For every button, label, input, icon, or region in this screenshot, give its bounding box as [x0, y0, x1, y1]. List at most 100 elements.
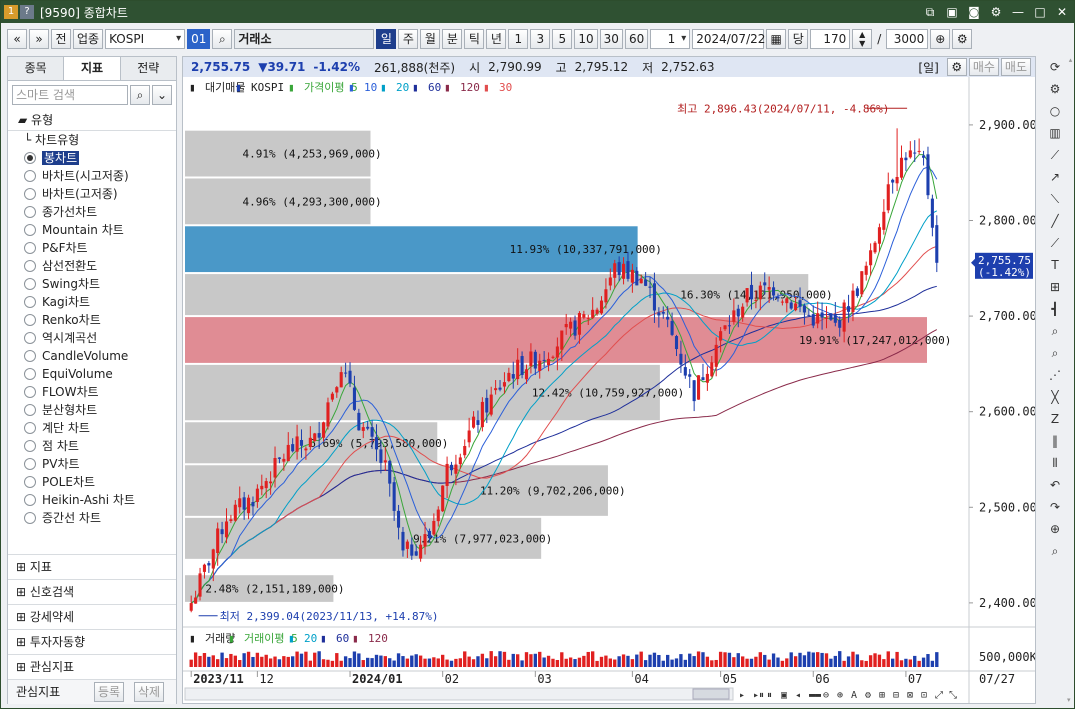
- chart-type-item[interactable]: 봉차트: [18, 149, 176, 167]
- smart-search-input[interactable]: 스마트 검색: [12, 85, 128, 105]
- chart-type-item[interactable]: 증간선 차트: [18, 509, 176, 527]
- magnify-icon[interactable]: ⌕: [1045, 344, 1065, 363]
- circle-icon[interactable]: ○: [1045, 102, 1065, 121]
- radio-icon[interactable]: [24, 260, 36, 272]
- zoom-icon[interactable]: ⊕: [930, 29, 951, 49]
- gear-icon[interactable]: ⚙: [1045, 80, 1065, 99]
- chart-area[interactable]: 2,755.75 ▼39.71 -1.42% 261,888(천주) 시 2,7…: [182, 56, 1036, 704]
- expand-icon[interactable]: ⊞: [16, 635, 30, 649]
- radio-icon[interactable]: [24, 206, 36, 218]
- total-count-input[interactable]: 3000: [886, 29, 929, 49]
- interval-5-button[interactable]: 5: [552, 29, 573, 49]
- zoom-tool-icon[interactable]: ⌕: [1045, 322, 1065, 341]
- symbol-code-badge[interactable]: 01: [187, 29, 211, 49]
- search-icon[interactable]: ⌕: [212, 29, 233, 49]
- count-stepper[interactable]: ▲ ▼: [852, 29, 873, 49]
- redo-icon[interactable]: ↷: [1045, 498, 1065, 517]
- period-day-button[interactable]: 일: [376, 29, 397, 49]
- period-tick-button[interactable]: 틱: [464, 29, 485, 49]
- pin-icon[interactable]: ⧉: [922, 4, 938, 20]
- chart-type-item[interactable]: POLE차트: [18, 473, 176, 491]
- footer-section[interactable]: ⊞ 관심지표: [8, 654, 176, 679]
- chart-type-item[interactable]: 역시계곡선: [18, 329, 176, 347]
- radio-icon[interactable]: [24, 188, 36, 200]
- radio-icon[interactable]: [24, 368, 36, 380]
- price-chart[interactable]: ▮ 대기매물 ▮ KOSPI ▮ 가격이평 5 ▮ 10 ▮ 20 ▮ 60 ▮ 120 ▮…: [183, 77, 1035, 703]
- sell-button[interactable]: 매도: [1000, 58, 1031, 76]
- chart-type-item[interactable]: 점 차트: [18, 437, 176, 455]
- line-draw-icon[interactable]: ⟋: [1045, 146, 1065, 165]
- radio-icon[interactable]: [24, 404, 36, 416]
- interval-10-button[interactable]: 10: [574, 29, 598, 49]
- period-minute-button[interactable]: 분: [442, 29, 463, 49]
- radio-icon[interactable]: [24, 314, 36, 326]
- chart-type-item[interactable]: EquiVolume: [18, 365, 176, 383]
- radio-icon[interactable]: [24, 278, 36, 290]
- buy-button[interactable]: 매수: [968, 58, 999, 76]
- refresh-icon[interactable]: ⟳: [1045, 58, 1065, 77]
- interval-3-button[interactable]: 3: [530, 29, 551, 49]
- section-type[interactable]: ▰ 유형: [8, 109, 176, 131]
- all-button[interactable]: 전: [51, 29, 71, 49]
- scroll-down-arrow[interactable]: ▾: [1067, 696, 1071, 704]
- auto-trend-icon[interactable]: ⟋: [1045, 234, 1065, 253]
- footer-section[interactable]: ⊞ 지표: [8, 554, 176, 579]
- cross-line-icon[interactable]: ╳: [1045, 388, 1065, 407]
- radio-icon[interactable]: [24, 332, 36, 344]
- chart-type-item[interactable]: P&F차트: [18, 239, 176, 257]
- settings-icon[interactable]: ⚙: [988, 4, 1004, 20]
- radio-icon[interactable]: [24, 170, 36, 182]
- interval-select[interactable]: 1: [650, 29, 691, 49]
- footer-section[interactable]: ⊞ 신호검색: [8, 579, 176, 604]
- prev-symbol-button[interactable]: «: [7, 29, 27, 49]
- expand-icon[interactable]: ⊞: [16, 585, 30, 599]
- delete-button[interactable]: 삭제: [134, 682, 165, 702]
- z-line-icon[interactable]: Z: [1045, 410, 1065, 429]
- radio-icon[interactable]: [24, 512, 36, 524]
- period-year-button[interactable]: 년: [486, 29, 507, 49]
- radio-icon[interactable]: [24, 152, 36, 164]
- period-month-button[interactable]: 월: [420, 29, 441, 49]
- chart-type-item[interactable]: CandleVolume: [18, 347, 176, 365]
- vertical-lines-icon[interactable]: ‖: [1045, 432, 1065, 451]
- save-icon[interactable]: ▣: [944, 4, 960, 20]
- vertical-scrollbar[interactable]: ▴ ▾: [1067, 56, 1074, 704]
- tab-strategy[interactable]: 전략: [121, 57, 176, 80]
- help-icon[interactable]: ?: [20, 5, 34, 19]
- chart-type-item[interactable]: 바차트(고저종): [18, 185, 176, 203]
- chart-type-item[interactable]: PV차트: [18, 455, 176, 473]
- expand-icon[interactable]: ⊞: [16, 660, 30, 674]
- radio-icon[interactable]: [24, 494, 36, 506]
- expand-icon[interactable]: ⊞: [16, 560, 30, 574]
- chart-type-item[interactable]: 계단 차트: [18, 419, 176, 437]
- radio-icon[interactable]: [24, 422, 36, 434]
- interval-30-button[interactable]: 30: [599, 29, 623, 49]
- fibonacci-icon[interactable]: ⋰: [1045, 366, 1065, 385]
- chart-type-item[interactable]: 분산형차트: [18, 401, 176, 419]
- radio-icon[interactable]: [24, 458, 36, 470]
- gear-icon[interactable]: ⚙: [946, 58, 967, 76]
- minimize-icon[interactable]: —: [1010, 4, 1026, 20]
- undo-icon[interactable]: ↶: [1045, 476, 1065, 495]
- sector-button[interactable]: 업종: [73, 29, 104, 49]
- multi-lines-icon[interactable]: ⦀: [1045, 454, 1065, 473]
- chart-type-item[interactable]: 삼선전환도: [18, 257, 176, 275]
- tree-root[interactable]: └ 차트유형: [18, 131, 176, 149]
- register-button[interactable]: 등록: [94, 682, 125, 702]
- trend-arrow-icon[interactable]: ↗: [1045, 168, 1065, 187]
- chart-type-item[interactable]: Mountain 차트: [18, 221, 176, 239]
- zoom-out-icon[interactable]: ⌕: [1045, 542, 1065, 561]
- chevron-down-icon[interactable]: ⌄: [152, 85, 172, 105]
- chart-type-item[interactable]: 바차트(시고저종): [18, 167, 176, 185]
- next-symbol-button[interactable]: »: [29, 29, 49, 49]
- bar-count-input[interactable]: 170: [810, 29, 851, 49]
- candle-tool-icon[interactable]: ┫: [1045, 300, 1065, 319]
- radio-icon[interactable]: [24, 440, 36, 452]
- close-icon[interactable]: ✕: [1054, 4, 1070, 20]
- chart-settings-icon[interactable]: ⚙: [952, 29, 973, 49]
- search-icon[interactable]: ⌕: [130, 85, 150, 105]
- chart-type-item[interactable]: Swing차트: [18, 275, 176, 293]
- diagonal-line-icon[interactable]: ╱: [1045, 212, 1065, 231]
- text-tool-icon[interactable]: T: [1045, 256, 1065, 275]
- radio-icon[interactable]: [24, 386, 36, 398]
